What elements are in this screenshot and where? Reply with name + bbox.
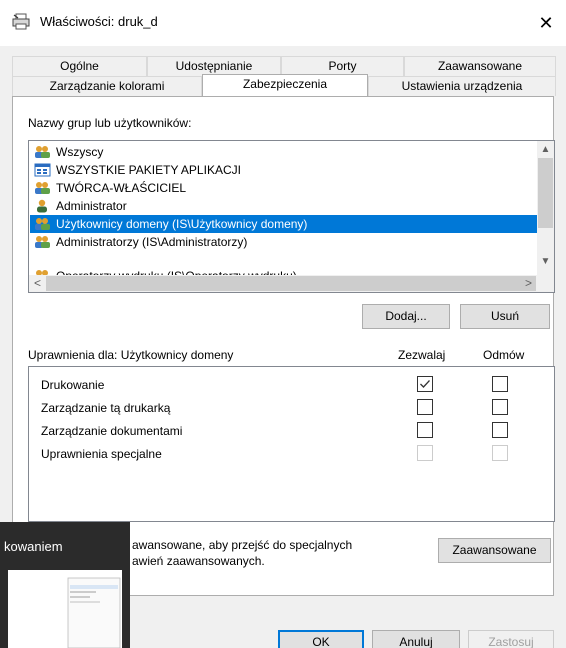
user-icon (34, 199, 51, 213)
deny-checkbox[interactable] (492, 422, 508, 438)
list-item-label: TWÓRCA-WŁAŚCICIEL (56, 181, 187, 195)
remove-button[interactable]: Usuń (460, 304, 550, 329)
group-icon (34, 145, 51, 159)
permission-name: Zarządzanie dokumentami (41, 424, 183, 438)
list-item-selected[interactable]: Użytkownicy domeny (IS\Użytkownicy domen… (30, 215, 540, 233)
taskbar-thumbnail-title: kowaniem (4, 539, 63, 554)
ok-button[interactable]: OK (278, 630, 364, 648)
tab-ports[interactable]: Porty (281, 56, 404, 76)
allow-column-header: Zezwalaj (398, 348, 446, 362)
list-item[interactable]: Administrator (30, 197, 540, 215)
add-button[interactable]: Dodaj... (362, 304, 450, 329)
window-title: Właściwości: druk_d (40, 14, 158, 29)
apply-button[interactable]: Zastosuj (468, 630, 554, 648)
permission-row: Drukowanie (41, 375, 541, 397)
check-icon (420, 380, 430, 388)
tab-general[interactable]: Ogólne (12, 56, 147, 76)
printer-icon (12, 12, 30, 30)
list-item-label: Administrator (56, 199, 127, 213)
allow-checkbox[interactable] (417, 422, 433, 438)
deny-checkbox[interactable] (492, 376, 508, 392)
group-icon (34, 217, 51, 231)
deny-checkbox-disabled (492, 445, 508, 461)
permissions-label: Uprawnienia dla: Użytkownicy domeny (28, 348, 234, 362)
thumbnail-preview-image (8, 570, 122, 648)
permission-name: Drukowanie (41, 378, 105, 392)
horizontal-scrollbar[interactable]: < > (29, 275, 554, 292)
permission-row: Zarządzanie tą drukarką (41, 398, 541, 420)
title-bar: Właściwości: druk_d ✕ (0, 0, 566, 46)
advanced-hint-line1: awansowane, aby przejść do specjalnych (132, 538, 353, 552)
allow-checkbox[interactable] (417, 399, 433, 415)
list-item[interactable]: WSZYSTKIE PAKIETY APLIKACJI (30, 161, 540, 179)
taskbar-thumbnail-preview[interactable]: kowaniem (0, 522, 130, 648)
scroll-up-icon[interactable]: ▲ (537, 141, 554, 158)
advanced-button[interactable]: Zaawansowane (438, 538, 551, 563)
list-item-label: WSZYSTKIE PAKIETY APLIKACJI (56, 163, 241, 177)
deny-column-header: Odmów (483, 348, 525, 362)
groups-label: Nazwy grup lub użytkowników: (28, 116, 192, 130)
scroll-right-icon[interactable]: > (520, 275, 537, 292)
list-item[interactable]: Administratorzy (IS\Administratorzy) (30, 233, 540, 251)
permission-row: Uprawnienia specjalne (41, 444, 541, 466)
groups-list[interactable]: Wszyscy WSZYSTKIE PAKIETY APLIKACJI TWÓR… (28, 140, 555, 293)
advanced-hint-line2: awień zaawansowanych. (132, 554, 265, 568)
permission-row: Zarządzanie dokumentami (41, 421, 541, 443)
group-icon (34, 235, 51, 249)
tab-color-management[interactable]: Zarządzanie kolorami (12, 76, 202, 96)
scroll-left-icon[interactable]: < (29, 275, 46, 292)
permission-name: Uprawnienia specjalne (41, 447, 162, 461)
list-item-label: Administratorzy (IS\Administratorzy) (56, 235, 248, 249)
tab-sharing[interactable]: Udostępnianie (147, 56, 281, 76)
tab-advanced[interactable]: Zaawansowane (404, 56, 556, 76)
app-packages-icon (34, 163, 51, 177)
list-item[interactable]: Wszyscy (30, 143, 540, 161)
allow-checkbox[interactable] (417, 376, 433, 392)
cancel-button[interactable]: Anuluj (372, 630, 460, 648)
list-item-label: Użytkownicy domeny (IS\Użytkownicy domen… (56, 217, 308, 231)
vertical-scrollbar[interactable]: ▲ ▼ (537, 141, 554, 276)
horizontal-scroll-thumb[interactable] (46, 276, 536, 291)
permission-name: Zarządzanie tą drukarką (41, 401, 171, 415)
tab-device-settings[interactable]: Ustawienia urządzenia (368, 76, 556, 96)
permissions-list: Drukowanie Zarządzanie tą drukarką Zarzą… (28, 366, 555, 522)
group-icon (34, 181, 51, 195)
tab-security[interactable]: Zabezpieczenia (202, 74, 368, 96)
list-item-label: Wszyscy (56, 145, 104, 159)
vertical-scroll-thumb[interactable] (538, 158, 553, 228)
scroll-down-icon[interactable]: ▼ (537, 253, 554, 270)
deny-checkbox[interactable] (492, 399, 508, 415)
close-button[interactable]: ✕ (526, 6, 566, 40)
allow-checkbox-disabled (417, 445, 433, 461)
list-item[interactable]: TWÓRCA-WŁAŚCICIEL (30, 179, 540, 197)
